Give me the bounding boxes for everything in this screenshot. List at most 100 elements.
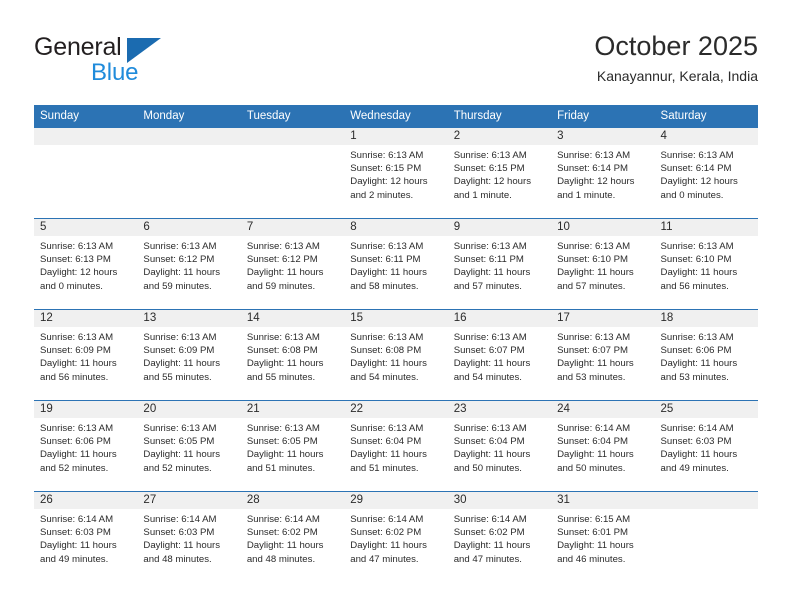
daylight-text-line1: Daylight: 11 hours <box>246 449 324 461</box>
general-blue-logo[interactable]: General Blue <box>34 33 254 88</box>
daylight-text-line1: Daylight: 12 hours <box>350 176 428 188</box>
sunset-text: Sunset: 6:08 PM <box>246 345 318 357</box>
calendar-day-cell[interactable]: 24 Sunrise: 6:14 AM Sunset: 6:04 PM Dayligh… <box>551 400 655 492</box>
weekday-header-sunday: Sunday <box>34 105 138 128</box>
daylight-text-line2: and 2 minutes. <box>350 189 414 201</box>
calendar-day-cell[interactable]: 13 Sunrise: 6:13 AM Sunset: 6:09 PM Dayligh… <box>137 309 241 401</box>
day-details: Sunrise: 6:13 AM Sunset: 6:13 PM Daylight:… <box>34 236 137 293</box>
calendar-week-row: 1 Sunrise: 6:13 AM Sunset: 6:15 PM Daylight… <box>34 128 758 219</box>
sunset-text: Sunset: 6:13 PM <box>40 254 111 266</box>
weekday-header-friday: Friday <box>551 105 655 128</box>
calendar-day-cell[interactable]: 31 Sunrise: 6:15 AM Sunset: 6:01 PM Dayligh… <box>551 491 655 582</box>
sunset-text: Sunset: 6:04 PM <box>453 436 525 448</box>
daylight-text-line2: and 52 minutes. <box>143 462 212 474</box>
day-details: Sunrise: 6:13 AM Sunset: 6:10 PM Daylight:… <box>551 236 654 293</box>
daylight-text-line2: and 51 minutes. <box>246 462 316 474</box>
day-number: 26 <box>34 492 138 509</box>
sunrise-text: Sunrise: 6:13 AM <box>350 423 424 434</box>
sunrise-text: Sunrise: 6:13 AM <box>40 332 114 343</box>
day-number: 1 <box>344 128 448 145</box>
weekday-header-wednesday: Wednesday <box>344 105 448 128</box>
calendar-day-cell[interactable]: 20 Sunrise: 6:13 AM Sunset: 6:05 PM Dayligh… <box>137 400 241 492</box>
daylight-text-line1: Daylight: 11 hours <box>246 267 324 279</box>
calendar-day-cell[interactable]: 18 Sunrise: 6:13 AM Sunset: 6:06 PM Dayligh… <box>654 309 758 401</box>
calendar-day-cell[interactable]: 9 Sunrise: 6:13 AM Sunset: 6:11 PM Daylight… <box>447 218 552 310</box>
sunrise-text: Sunrise: 6:13 AM <box>350 332 424 343</box>
calendar-day-cell[interactable]: 26 Sunrise: 6:14 AM Sunset: 6:03 PM Dayligh… <box>34 491 138 582</box>
day-number: 28 <box>240 492 345 509</box>
sunset-text: Sunset: 6:06 PM <box>660 345 732 357</box>
daylight-text-line1: Daylight: 11 hours <box>557 449 634 461</box>
sunset-text: Sunset: 6:15 PM <box>453 163 525 175</box>
calendar-day-cell[interactable]: 12 Sunrise: 6:13 AM Sunset: 6:09 PM Dayligh… <box>34 309 138 401</box>
day-details: Sunrise: 6:13 AM Sunset: 6:06 PM Daylight:… <box>655 327 758 384</box>
calendar-day-cell[interactable]: 19 Sunrise: 6:13 AM Sunset: 6:06 PM Dayligh… <box>34 400 138 492</box>
calendar-day-cell[interactable]: 27 Sunrise: 6:14 AM Sunset: 6:03 PM Dayligh… <box>137 491 241 582</box>
sunrise-text: Sunrise: 6:13 AM <box>660 241 734 252</box>
calendar-day-cell[interactable]: 2 Sunrise: 6:13 AM Sunset: 6:15 PM Daylight… <box>447 128 552 219</box>
sunrise-text: Sunrise: 6:13 AM <box>246 332 320 343</box>
day-details: Sunrise: 6:13 AM Sunset: 6:04 PM Daylight:… <box>344 418 447 475</box>
sunrise-text: Sunrise: 6:13 AM <box>557 150 631 161</box>
sunset-text: Sunset: 6:02 PM <box>453 527 525 539</box>
calendar-day-cell-empty <box>34 128 138 219</box>
day-number: 9 <box>447 219 552 236</box>
calendar-body: 1 Sunrise: 6:13 AM Sunset: 6:15 PM Daylight… <box>34 128 758 582</box>
calendar-day-cell[interactable]: 10 Sunrise: 6:13 AM Sunset: 6:10 PM Dayligh… <box>551 218 655 310</box>
daylight-text-line2: and 47 minutes. <box>453 553 522 565</box>
calendar-week-row: 26 Sunrise: 6:14 AM Sunset: 6:03 PM Dayligh… <box>34 491 758 582</box>
calendar-day-cell[interactable]: 28 Sunrise: 6:14 AM Sunset: 6:02 PM Dayligh… <box>240 491 345 582</box>
daylight-text-line1: Daylight: 11 hours <box>40 449 117 461</box>
daylight-text-line2: and 0 minutes. <box>660 189 724 201</box>
day-number: 10 <box>551 219 655 236</box>
calendar-day-cell[interactable]: 6 Sunrise: 6:13 AM Sunset: 6:12 PM Daylight… <box>137 218 241 310</box>
calendar-day-cell[interactable]: 16 Sunrise: 6:13 AM Sunset: 6:07 PM Dayligh… <box>447 309 552 401</box>
daylight-text-line1: Daylight: 12 hours <box>660 176 738 188</box>
daylight-text-line2: and 1 minute. <box>557 189 616 201</box>
calendar-day-cell[interactable]: 5 Sunrise: 6:13 AM Sunset: 6:13 PM Daylight… <box>34 218 138 310</box>
calendar-day-cell[interactable]: 1 Sunrise: 6:13 AM Sunset: 6:15 PM Daylight… <box>344 128 448 219</box>
daylight-text-line1: Daylight: 11 hours <box>40 358 117 370</box>
page-subtitle: Kanayannur, Kerala, India <box>596 68 758 84</box>
daylight-text-line2: and 59 minutes. <box>246 280 316 292</box>
day-details: Sunrise: 6:14 AM Sunset: 6:02 PM Daylight:… <box>448 509 551 566</box>
calendar-day-cell[interactable]: 3 Sunrise: 6:13 AM Sunset: 6:14 PM Daylight… <box>551 128 655 219</box>
sunset-text: Sunset: 6:08 PM <box>350 345 422 357</box>
sunrise-text: Sunrise: 6:13 AM <box>143 241 217 252</box>
calendar-day-cell[interactable]: 22 Sunrise: 6:13 AM Sunset: 6:04 PM Dayligh… <box>344 400 448 492</box>
calendar-week-row: 12 Sunrise: 6:13 AM Sunset: 6:09 PM Dayligh… <box>34 309 758 401</box>
day-details: Sunrise: 6:13 AM Sunset: 6:14 PM Daylight:… <box>551 145 654 202</box>
day-number: 2 <box>447 128 552 145</box>
daylight-text-line2: and 55 minutes. <box>246 371 316 383</box>
sunset-text: Sunset: 6:14 PM <box>557 163 629 175</box>
day-details: Sunrise: 6:13 AM Sunset: 6:12 PM Daylight:… <box>137 236 240 293</box>
calendar-day-cell[interactable]: 8 Sunrise: 6:13 AM Sunset: 6:11 PM Daylight… <box>344 218 448 310</box>
sunset-text: Sunset: 6:09 PM <box>143 345 215 357</box>
calendar-day-cell[interactable]: 17 Sunrise: 6:13 AM Sunset: 6:07 PM Dayligh… <box>551 309 655 401</box>
sunrise-text: Sunrise: 6:13 AM <box>143 332 217 343</box>
calendar-day-cell[interactable]: 11 Sunrise: 6:13 AM Sunset: 6:10 PM Dayligh… <box>654 218 758 310</box>
calendar-week-row: 5 Sunrise: 6:13 AM Sunset: 6:13 PM Daylight… <box>34 218 758 310</box>
calendar-day-cell[interactable]: 4 Sunrise: 6:13 AM Sunset: 6:14 PM Daylight… <box>654 128 758 219</box>
calendar-day-cell[interactable]: 29 Sunrise: 6:14 AM Sunset: 6:02 PM Dayligh… <box>344 491 448 582</box>
calendar-day-cell[interactable]: 21 Sunrise: 6:13 AM Sunset: 6:05 PM Dayligh… <box>240 400 345 492</box>
sunrise-text: Sunrise: 6:13 AM <box>660 150 734 161</box>
sunrise-text: Sunrise: 6:13 AM <box>246 241 320 252</box>
calendar-header-row: Sunday Monday Tuesday Wednesday Thursday… <box>34 105 758 128</box>
calendar-day-cell[interactable]: 14 Sunrise: 6:13 AM Sunset: 6:08 PM Dayligh… <box>240 309 345 401</box>
calendar-day-cell[interactable]: 7 Sunrise: 6:13 AM Sunset: 6:12 PM Daylight… <box>240 218 345 310</box>
daylight-text-line2: and 52 minutes. <box>40 462 109 474</box>
day-details: Sunrise: 6:13 AM Sunset: 6:11 PM Daylight:… <box>344 236 447 293</box>
calendar-day-cell[interactable]: 30 Sunrise: 6:14 AM Sunset: 6:02 PM Dayligh… <box>447 491 552 582</box>
day-details: Sunrise: 6:13 AM Sunset: 6:05 PM Daylight:… <box>241 418 344 475</box>
sunset-text: Sunset: 6:04 PM <box>557 436 629 448</box>
day-number: 27 <box>137 492 241 509</box>
day-details: Sunrise: 6:13 AM Sunset: 6:14 PM Daylight:… <box>655 145 758 202</box>
calendar-day-cell[interactable]: 25 Sunrise: 6:14 AM Sunset: 6:03 PM Dayligh… <box>654 400 758 492</box>
calendar-day-cell[interactable]: 23 Sunrise: 6:13 AM Sunset: 6:04 PM Dayligh… <box>447 400 552 492</box>
calendar-day-cell[interactable]: 15 Sunrise: 6:13 AM Sunset: 6:08 PM Dayligh… <box>344 309 448 401</box>
day-number: 22 <box>344 401 448 418</box>
day-number <box>654 492 758 509</box>
daylight-text-line2: and 58 minutes. <box>350 280 419 292</box>
daylight-text-line1: Daylight: 11 hours <box>350 358 427 370</box>
